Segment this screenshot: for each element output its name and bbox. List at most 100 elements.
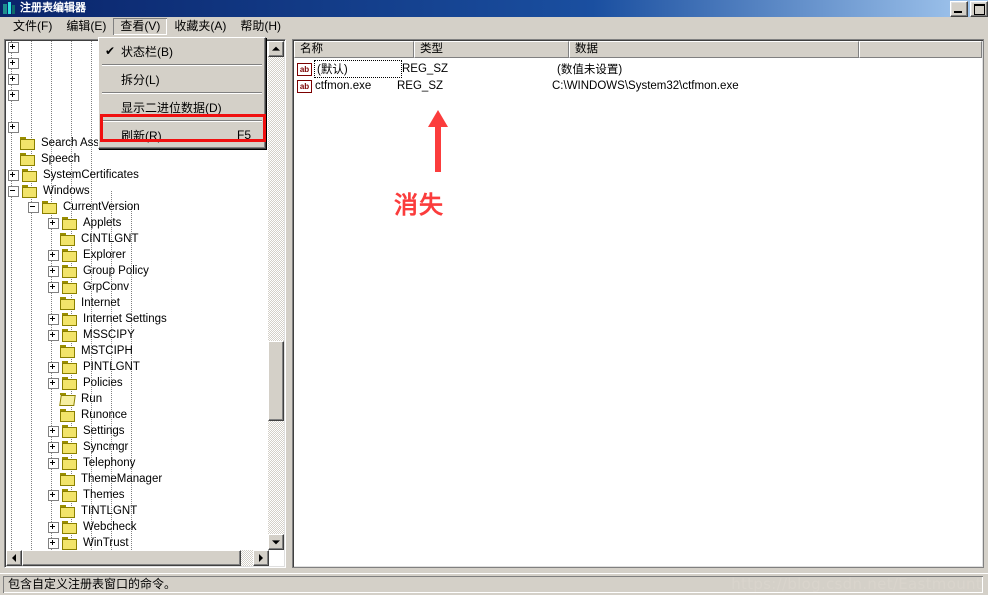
expand-plus-icon[interactable] [48, 217, 59, 229]
value-data: (数值未设置) [557, 64, 623, 76]
expand-plus-icon[interactable] [48, 313, 59, 325]
tree-item[interactable]: Run [48, 391, 102, 407]
expand-placeholder [48, 299, 57, 308]
tree-item-label: Speech [41, 153, 81, 165]
menu-view[interactable]: 查看(V) [113, 17, 168, 35]
menu-help[interactable]: 帮助(H) [233, 18, 288, 35]
expand-placeholder [48, 507, 57, 516]
expand-plus-icon[interactable] [48, 425, 59, 437]
tree-item-partial[interactable] [8, 55, 22, 71]
tree-scroll-left-button[interactable] [6, 550, 22, 566]
tree-item-label: Syncmgr [83, 441, 129, 453]
tree-item-partial[interactable] [8, 103, 20, 119]
tree-item[interactable]: ThemeManager [48, 471, 162, 487]
maximize-button[interactable] [970, 1, 988, 17]
tree-horizontal-scrollbar[interactable] [6, 550, 269, 566]
menu-file[interactable]: 文件(F) [6, 18, 59, 35]
column-header[interactable]: 数据 [569, 41, 859, 58]
column-header[interactable] [859, 41, 982, 58]
tree-item[interactable]: Webcheck [48, 519, 136, 535]
tree-item[interactable]: TINTLGNT [48, 503, 137, 519]
tree-item[interactable]: PINTLGNT [48, 359, 140, 375]
expand-plus-icon[interactable] [48, 265, 59, 277]
tree-item-partial[interactable] [8, 119, 22, 135]
tree-scroll-up-button[interactable] [268, 41, 284, 57]
tree-item-partial[interactable] [8, 87, 22, 103]
column-header[interactable]: 类型 [414, 41, 569, 58]
column-header[interactable]: 名称 [294, 41, 414, 58]
tree-item[interactable]: Explorer [48, 247, 126, 263]
tree-item[interactable]: GrpConv [48, 279, 129, 295]
folder-icon [62, 440, 78, 454]
value-name: ctfmon.exe [315, 80, 372, 92]
ab-string-icon: ab [297, 62, 312, 76]
menu-item-shortcut: F5 [236, 128, 251, 142]
tree-item[interactable]: Telephony [48, 455, 135, 471]
tree-item[interactable]: Runonce [48, 407, 127, 423]
folder-icon [62, 456, 78, 470]
tree-item[interactable]: Internet [48, 295, 120, 311]
tree-item[interactable]: WinTrust [48, 535, 129, 550]
tree-item-label: Runonce [81, 409, 128, 421]
folder-icon [62, 280, 78, 294]
registry-values-pane[interactable]: 名称 类型 数据 ab (默认) REG_SZ (数值未设置) ab ctfmon.exe RE… [292, 39, 984, 568]
expand-plus-icon[interactable] [48, 521, 59, 533]
annotation-label: 消失 [394, 191, 444, 219]
expand-plus-icon[interactable] [48, 457, 59, 469]
expand-plus-icon[interactable] [8, 41, 19, 53]
tree-item[interactable]: Syncmgr [48, 439, 128, 455]
menu-separator [102, 64, 262, 66]
tree-item[interactable]: Internet Settings [48, 311, 167, 327]
tree-item[interactable]: CINTLGNT [48, 231, 139, 247]
tree-item[interactable]: Themes [48, 487, 125, 503]
tree-item[interactable]: SystemCertificates [8, 167, 139, 183]
menu-item-split[interactable]: 拆分(L) [99, 67, 265, 91]
expand-plus-icon[interactable] [8, 57, 19, 69]
tree-item[interactable]: Group Policy [48, 263, 149, 279]
tree-item-label: Explorer [83, 249, 126, 261]
collapse-minus-icon[interactable] [8, 185, 19, 197]
collapse-minus-icon[interactable] [28, 201, 39, 213]
expand-plus-icon[interactable] [48, 281, 59, 293]
tree-hscroll-thumb[interactable] [22, 550, 241, 566]
tree-item-partial[interactable] [8, 41, 22, 55]
menu-item-display-binary-data[interactable]: 显示二进位数据(D) [99, 95, 265, 119]
tree-scroll-right-button[interactable] [253, 550, 269, 566]
view-dropdown-menu[interactable]: ✔ 状态栏(B) 拆分(L) 显示二进位数据(D) 刷新(R) F5 [98, 37, 266, 149]
tree-item[interactable]: MSSCIPY [48, 327, 135, 343]
expand-plus-icon[interactable] [48, 537, 59, 549]
expand-plus-icon[interactable] [48, 361, 59, 373]
menu-item-label: 状态栏(B) [121, 44, 173, 59]
expand-plus-icon[interactable] [48, 377, 59, 389]
expand-placeholder [48, 235, 57, 244]
expand-plus-icon[interactable] [8, 169, 19, 181]
tree-vscroll-thumb[interactable] [268, 341, 284, 421]
value-row[interactable]: ab (默认) REG_SZ (数值未设置) [297, 60, 623, 78]
expand-plus-icon[interactable] [48, 441, 59, 453]
value-row[interactable]: ab ctfmon.exe REG_SZ C:\WINDOWS\System32\ct… [297, 78, 739, 94]
expand-plus-icon[interactable] [8, 89, 19, 101]
tree-item[interactable]: Windows [8, 183, 90, 199]
value-type: REG_SZ [402, 63, 449, 75]
menu-item-refresh[interactable]: 刷新(R) F5 [99, 123, 265, 147]
tree-scroll-down-button[interactable] [268, 534, 284, 550]
tree-item[interactable]: MSTCIPH [48, 343, 133, 359]
tree-item[interactable]: Settings [48, 423, 125, 439]
tree-item[interactable]: Applets [48, 215, 121, 231]
tree-item-partial[interactable] [8, 71, 22, 87]
minimize-button[interactable] [950, 1, 968, 17]
menu-item-status-bar[interactable]: ✔ 状态栏(B) [99, 39, 265, 63]
menu-item-label: 刷新(R) [121, 128, 162, 143]
tree-item[interactable]: Speech [8, 151, 80, 167]
expand-plus-icon[interactable] [48, 329, 59, 341]
expand-plus-icon[interactable] [8, 121, 19, 133]
tree-item[interactable]: Policies [48, 375, 123, 391]
expand-plus-icon[interactable] [8, 73, 19, 85]
tree-item[interactable]: CurrentVersion [28, 199, 140, 215]
menu-edit[interactable]: 编辑(E) [59, 18, 113, 35]
menu-favorites[interactable]: 收藏夹(A) [167, 18, 233, 35]
expand-plus-icon[interactable] [48, 249, 59, 261]
list-column-header[interactable]: 名称 类型 数据 [294, 41, 982, 58]
tree-vertical-scrollbar[interactable] [268, 41, 284, 550]
expand-plus-icon[interactable] [48, 489, 59, 501]
